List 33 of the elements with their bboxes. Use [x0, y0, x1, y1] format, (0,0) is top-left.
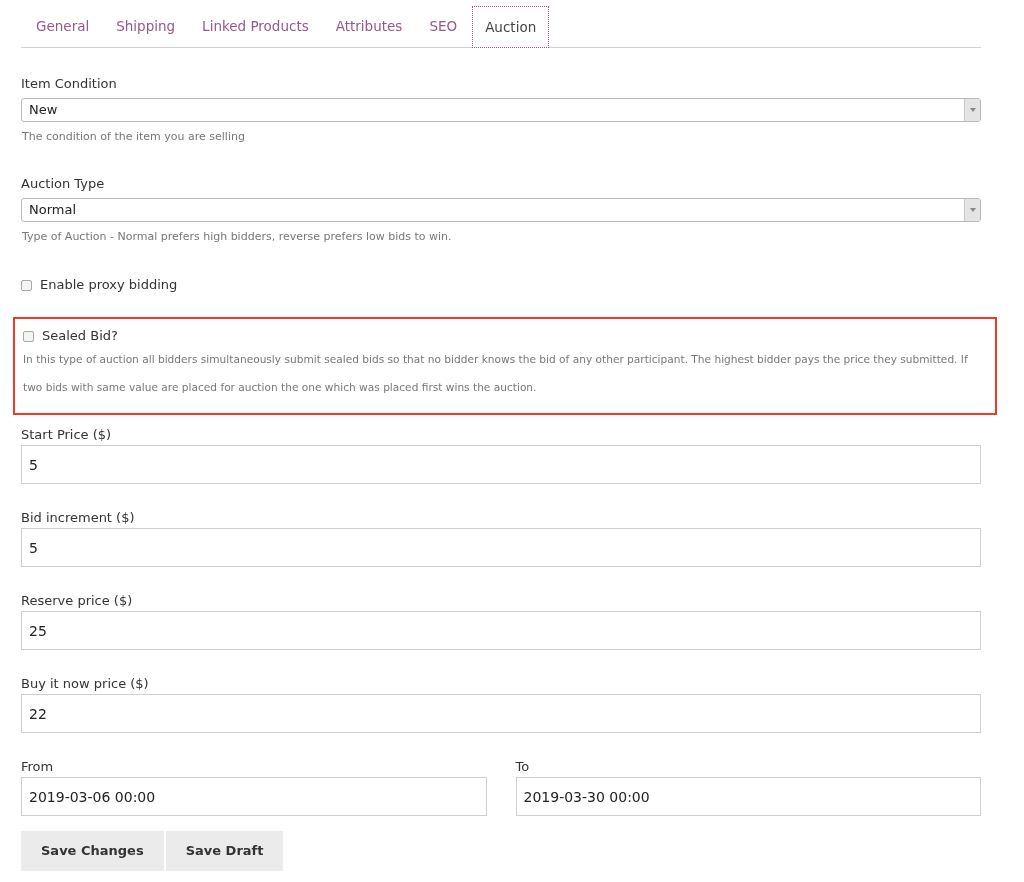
tab[interactable]: Attributes — [323, 6, 415, 47]
input-field[interactable]: 25 — [21, 611, 981, 650]
select-field[interactable]: New — [21, 98, 981, 122]
field-label: Item Condition — [21, 76, 118, 92]
select-field[interactable]: Normal — [21, 197, 981, 222]
action-button[interactable]: Save Draft — [165, 831, 284, 871]
tab[interactable]: General — [24, 6, 102, 47]
action-button[interactable]: Save Changes — [21, 831, 164, 871]
checkbox[interactable] — [21, 279, 32, 291]
dropdown-caret-icon — [969, 108, 976, 112]
field-hint: The condition of the item you are selling — [22, 129, 246, 145]
description-text: In this type of auction all bidders simultaneously submit sealed bids so that no bidder knows the bid of any other participant. The highest bidder pays the price they submitted. If two bids with same value are placed for auction the one which was placed first wins the auction. — [23, 352, 969, 395]
field-label: Bid increment ($) — [21, 510, 136, 526]
tab[interactable]: Auction — [472, 6, 550, 48]
input-field[interactable]: 22 — [21, 694, 981, 733]
field-label: To — [515, 759, 531, 775]
checkbox[interactable] — [23, 330, 34, 342]
input-field[interactable]: 5 — [21, 445, 981, 484]
field-label: Start Price ($) — [21, 427, 113, 443]
tab[interactable]: Shipping — [104, 6, 188, 47]
input-field[interactable]: 5 — [21, 528, 981, 567]
dropdown-caret-icon — [969, 207, 976, 212]
field-label: Buy it now price ($) — [21, 676, 150, 692]
checkbox-label: Enable proxy bidding — [40, 276, 178, 295]
field-label: Auction Type — [21, 175, 106, 192]
tab[interactable]: SEO — [417, 6, 470, 47]
date-input-field[interactable]: 2019-03-30 00:00 — [515, 777, 981, 816]
field-hint: Type of Auction - Normal prefers high bidders, reverse prefers low bids to win. — [22, 228, 453, 245]
field-label: From — [21, 759, 55, 775]
date-input-field[interactable]: 2019-03-06 00:00 — [21, 777, 487, 816]
tab[interactable]: Linked Products — [190, 6, 321, 47]
checkbox-label: Sealed Bid? — [42, 327, 118, 346]
field-label: Reserve price ($) — [21, 593, 134, 609]
